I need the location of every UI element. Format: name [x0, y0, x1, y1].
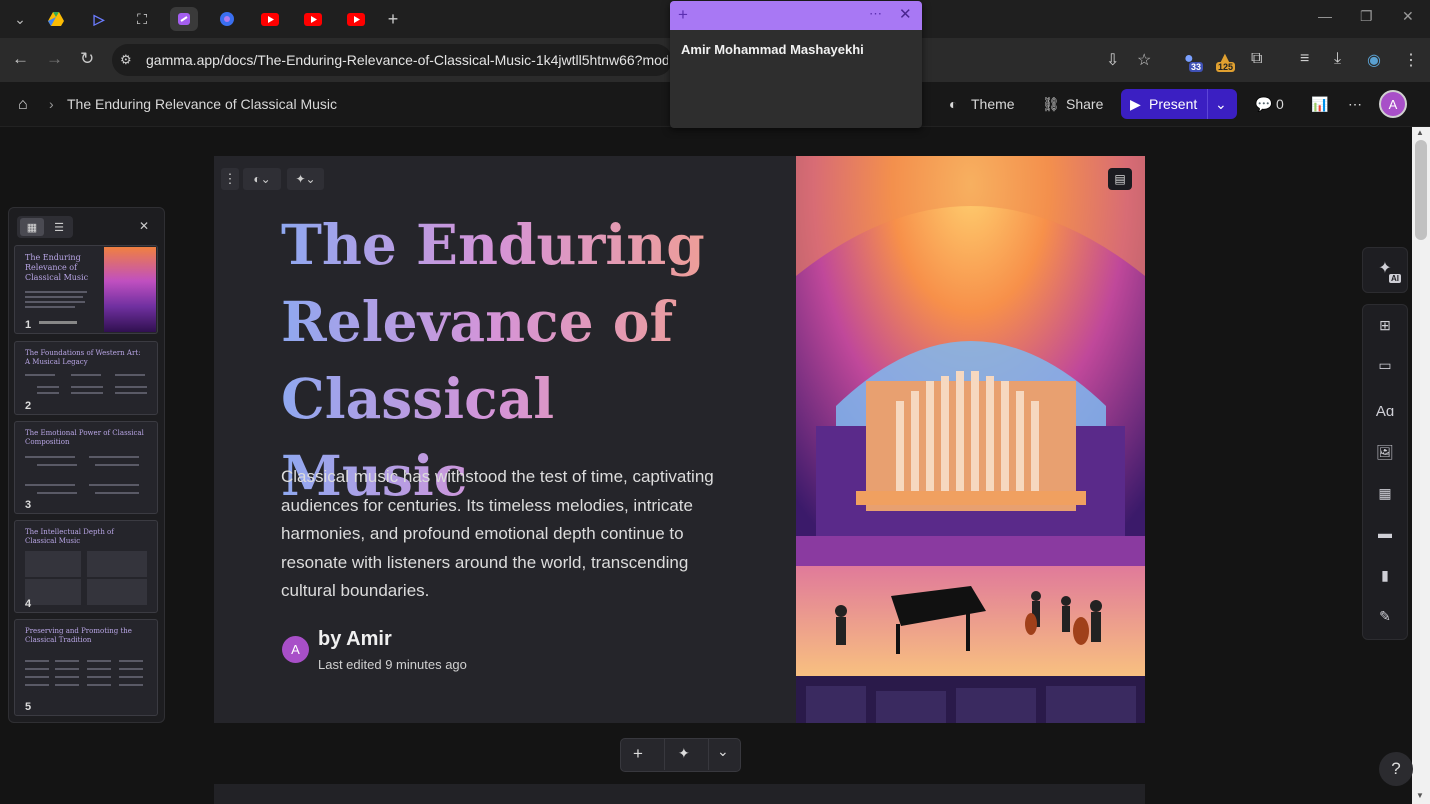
url-text[interactable]: gamma.app/docs/The-Enduring-Relevance-of… [146, 52, 668, 68]
restore-icon[interactable]: ❐ [1360, 8, 1373, 25]
back-icon[interactable]: ← [12, 49, 29, 69]
close-note-icon[interactable]: ✕ [899, 5, 912, 23]
tab-youtube-icon[interactable] [342, 7, 370, 31]
bookmark-star-icon[interactable]: ☆ [1137, 50, 1151, 70]
scroll-up-arrow-icon[interactable]: ▲ [1416, 128, 1424, 137]
scrollbar-thumb[interactable] [1415, 140, 1427, 240]
grid-view-icon[interactable]: ▦ [20, 218, 44, 236]
extension-badge: 33 [1189, 62, 1204, 72]
download-icon[interactable]: ⤓ [1334, 50, 1341, 68]
next-card[interactable] [214, 784, 1145, 804]
card-description[interactable]: Classical music has withstood the test o… [281, 463, 721, 606]
tab-youtube-icon[interactable] [256, 7, 284, 31]
scroll-down-arrow-icon[interactable]: ▼ [1416, 791, 1424, 800]
thumbnail-slide-5[interactable]: Preserving and Promoting the Classical T… [14, 619, 158, 716]
minimize-icon[interactable]: — [1318, 8, 1332, 24]
add-card-icon[interactable]: + [633, 744, 643, 764]
ai-add-card-icon[interactable]: ✦ [678, 745, 690, 762]
tab-youtube-icon[interactable] [299, 7, 327, 31]
layout-icon[interactable]: ▭ [1375, 357, 1395, 373]
chart-icon[interactable]: ▮ [1375, 567, 1395, 583]
note-text[interactable]: Amir Mohammad Mashayekhi [681, 42, 864, 57]
author-avatar: A [282, 636, 309, 663]
help-button[interactable]: ? [1379, 752, 1413, 786]
thumbnail-slide-4[interactable]: The Intellectual Depth of Classical Musi… [14, 520, 158, 613]
puzzle-icon[interactable]: ⧉ [1251, 50, 1262, 68]
tab-frame-icon[interactable]: ⛶ [128, 7, 156, 31]
tab-app-icon[interactable]: ▷ [85, 7, 113, 31]
concert-hall-image[interactable] [796, 156, 1145, 723]
tab-gamma-icon[interactable] [170, 7, 198, 31]
author-name: by Amir [318, 628, 392, 650]
thumbnail-hero-image [104, 247, 156, 332]
menu-kebab-icon[interactable]: ⋮ [1403, 50, 1419, 70]
comment-count: 0 [1276, 96, 1284, 112]
card-templates-icon[interactable]: ⊞ [1375, 317, 1395, 333]
sticky-note-header [670, 1, 922, 30]
profile-icon[interactable]: ◉ [1367, 50, 1381, 70]
user-avatar[interactable]: A [1379, 90, 1407, 118]
close-window-icon[interactable]: ✕ [1402, 8, 1414, 25]
home-icon[interactable]: ⌂ [18, 96, 28, 114]
last-edited-text: Last edited 9 minutes ago [318, 657, 467, 672]
tab-drive-icon[interactable] [42, 7, 70, 31]
thumbnail-slide-2[interactable]: The Foundations of Western Art: A Musica… [14, 341, 158, 415]
insert-toolbar [1362, 304, 1408, 640]
extension-badge: 125 [1216, 62, 1236, 72]
more-options-icon[interactable]: ⋯ [1348, 96, 1362, 113]
image-options-icon[interactable]: ▤ [1108, 168, 1132, 190]
drawing-icon[interactable]: ✎ [1375, 608, 1395, 624]
table-icon[interactable]: ▦ [1375, 485, 1395, 501]
add-card-chevron-icon[interactable]: ⌄ [717, 743, 729, 760]
list-view-icon[interactable]: ☰ [48, 218, 70, 236]
breadcrumb-chevron-icon: › [49, 96, 54, 112]
tab-search-icon[interactable]: ⌄ [6, 7, 34, 31]
theme-button[interactable]: Theme [971, 96, 1015, 112]
tab-copilot-icon[interactable] [213, 7, 241, 31]
image-icon[interactable]: 🖼 [1375, 444, 1395, 460]
thumbnail-slide-3[interactable]: The Emotional Power of Classical Composi… [14, 421, 158, 514]
card-menu-icon[interactable]: ⋮ [221, 168, 239, 190]
embed-icon[interactable]: ▬ [1375, 525, 1395, 541]
media-control-icon[interactable]: ≡ [1300, 50, 1309, 68]
forward-icon[interactable]: → [46, 49, 63, 69]
present-label: Present [1149, 96, 1198, 112]
note-menu-icon[interactable]: ⋯ [869, 6, 883, 22]
present-divider [1207, 89, 1208, 119]
share-button[interactable]: Share [1066, 96, 1103, 112]
ai-label: AI [1389, 274, 1401, 283]
link-icon: ⛓ [1042, 96, 1060, 112]
card-ai-sparkle-icon[interactable]: ✦⌄ [287, 168, 324, 190]
close-panel-icon[interactable]: ✕ [139, 219, 149, 233]
play-icon: ▶ [1130, 96, 1141, 112]
new-tab-button[interactable]: + [379, 7, 407, 31]
breadcrumb-doc-title[interactable]: The Enduring Relevance of Classical Musi… [67, 96, 337, 112]
install-app-icon[interactable]: ⇩ [1106, 50, 1119, 70]
card-style-palette-icon[interactable]: ◐⌄ [243, 168, 281, 190]
reload-icon[interactable]: ↻ [80, 49, 94, 69]
palette-icon: ◐ [949, 96, 958, 112]
present-dropdown-chevron-icon[interactable]: ⌄ [1215, 96, 1227, 113]
site-info-icon[interactable]: ⚙ [120, 52, 132, 68]
thumbnail-slide-1[interactable]: The Enduring Relevance of Classical Musi… [14, 245, 158, 334]
new-note-icon[interactable]: + [678, 5, 688, 25]
text-format-icon[interactable]: Aɑ [1375, 403, 1395, 420]
analytics-icon[interactable]: 📊 [1311, 96, 1328, 113]
comment-icon[interactable]: 💬 [1255, 96, 1272, 113]
